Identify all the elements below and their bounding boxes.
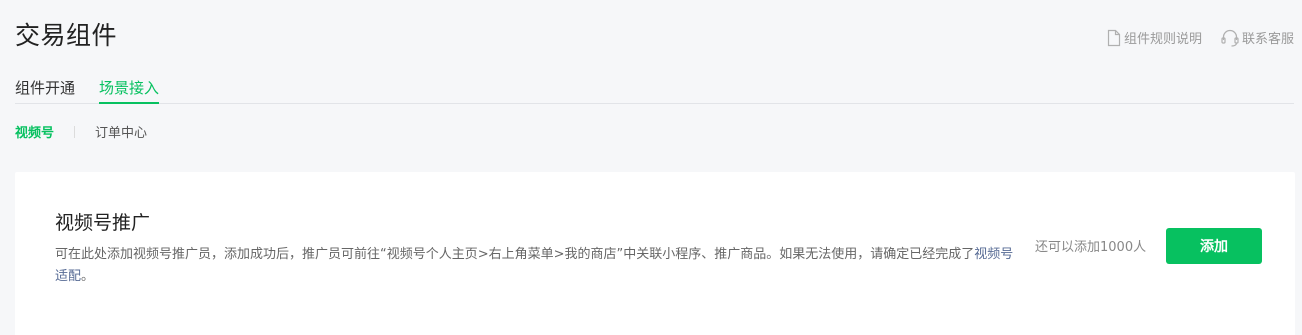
channels-promotion-card: 视频号推广 可在此处添加视频号推广员，添加成功后，推广员可前往“视频号个人主页>… bbox=[15, 172, 1295, 335]
remaining-quota: 还可以添加1000人 bbox=[1035, 240, 1147, 255]
card-description-end: 。 bbox=[81, 269, 95, 284]
card-title: 视频号推广 bbox=[55, 212, 151, 234]
add-button[interactable]: 添加 bbox=[1166, 228, 1262, 264]
rules-link-label: 组件规则说明 bbox=[1123, 32, 1202, 47]
headset-icon bbox=[1220, 29, 1240, 47]
tab-component-activation[interactable]: 组件开通 bbox=[15, 76, 75, 103]
rules-link[interactable]: 组件规则说明 bbox=[1106, 28, 1202, 47]
support-link[interactable]: 联系客服 bbox=[1220, 28, 1294, 47]
subtab-divider bbox=[74, 125, 76, 138]
page-title: 交易组件 bbox=[15, 21, 118, 50]
top-links: 组件规则说明 联系客服 bbox=[1106, 28, 1294, 47]
support-link-label: 联系客服 bbox=[1241, 32, 1294, 47]
card-description-text: 可在此处添加视频号推广员，添加成功后，推广员可前往“视频号个人主页>右上角菜单>… bbox=[55, 247, 975, 262]
subtab-order-center[interactable]: 订单中心 bbox=[95, 122, 147, 141]
trade-component-page: 交易组件 组件规则说明 联系客服 组件开通 场景接入 视频号 订单中心 视频号推… bbox=[0, 0, 1302, 335]
document-icon bbox=[1106, 29, 1122, 47]
tab-scene-access[interactable]: 场景接入 bbox=[99, 76, 160, 104]
main-tabs: 组件开通 场景接入 bbox=[15, 76, 1294, 104]
card-description: 可在此处添加视频号推广员，添加成功后，推广员可前往“视频号个人主页>右上角菜单>… bbox=[55, 244, 1015, 288]
sub-tabs: 视频号 订单中心 bbox=[15, 122, 147, 141]
subtab-channels[interactable]: 视频号 bbox=[15, 122, 54, 141]
